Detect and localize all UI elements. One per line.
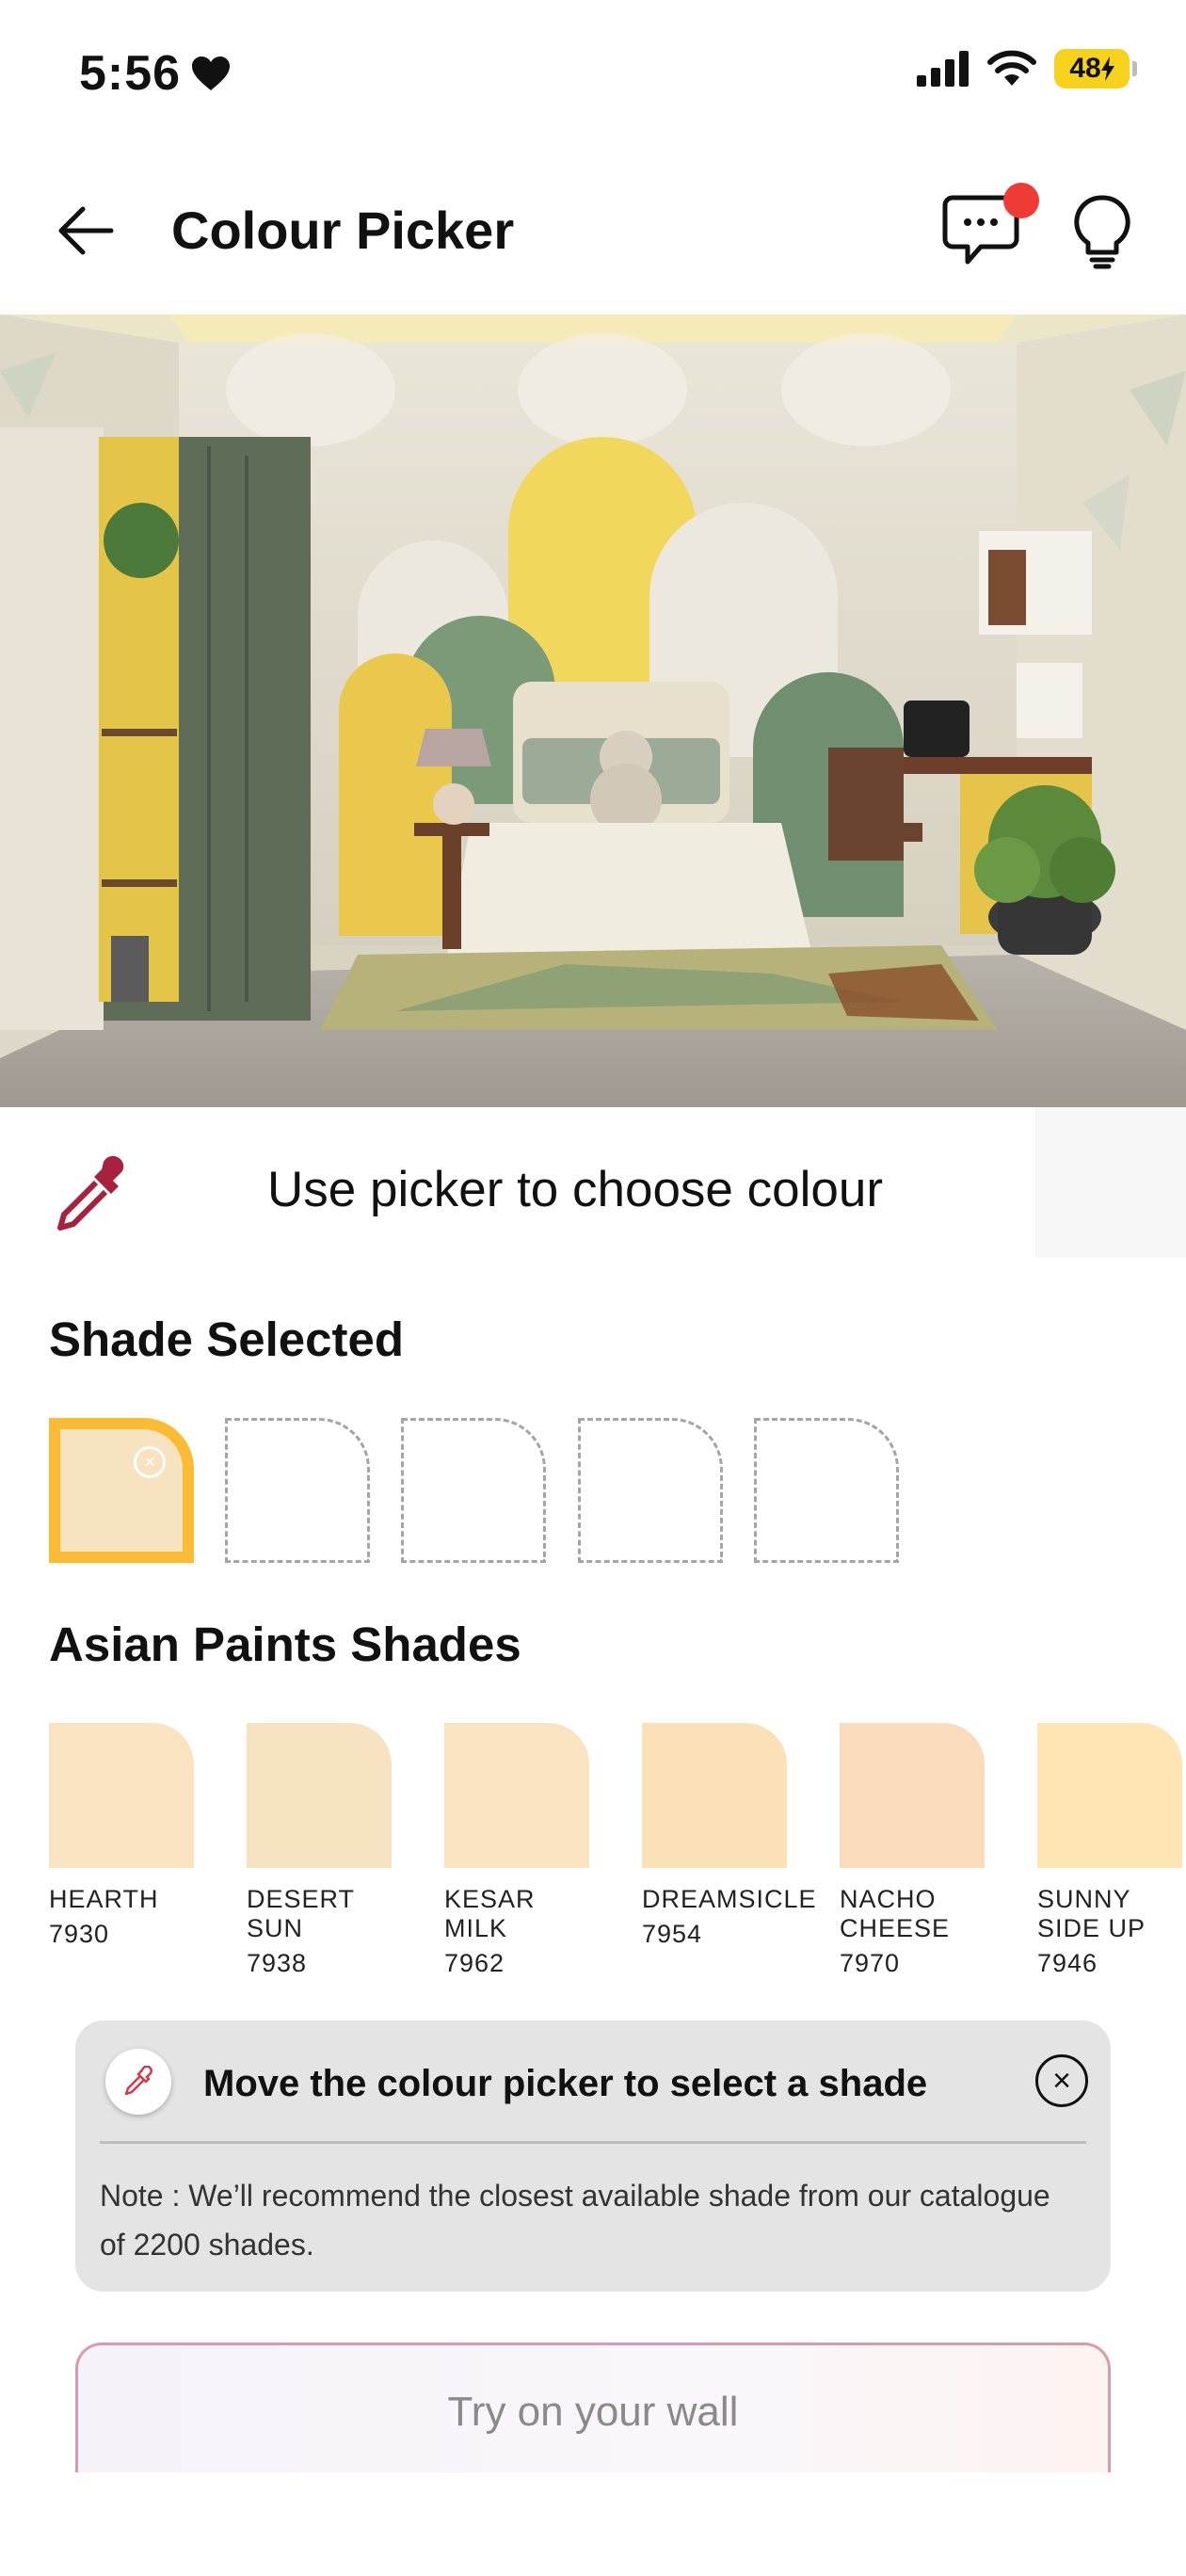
swatch-code: 7970: [840, 1949, 901, 1977]
eyedropper-button[interactable]: [49, 1154, 134, 1239]
swatch-name: DREAMSICLE: [642, 1885, 817, 1913]
picker-instruction-row: Use picker to choose colour: [0, 1107, 1186, 1258]
shade-slot-4[interactable]: [578, 1418, 723, 1563]
shade-slot-3[interactable]: [401, 1418, 546, 1563]
page-title: Colour Picker: [171, 201, 515, 260]
bottom-area: [0, 2472, 1186, 2576]
eyedropper-icon: [124, 2066, 152, 2096]
shade-swatch[interactable]: DREAMSICLE 7954: [642, 1723, 817, 1949]
swatch-chip[interactable]: [247, 1723, 392, 1868]
shade-slot-1[interactable]: ×: [49, 1418, 194, 1563]
back-arrow-icon: [58, 206, 114, 255]
swatch-name: HEARTH: [49, 1885, 159, 1913]
status-bar: 5:56 48: [0, 0, 1186, 151]
swatch-code: 7938: [247, 1949, 308, 1977]
shade-swatch[interactable]: SUNNY SIDE UP 7946: [1037, 1723, 1182, 1978]
notification-dot: [1003, 183, 1039, 218]
swatch-name: DESERT SUN: [247, 1885, 355, 1942]
picker-row-edge: [1035, 1107, 1186, 1258]
heart-icon: [192, 56, 231, 90]
swatch-name: NACHO CHEESE: [840, 1885, 951, 1942]
remove-shade-icon[interactable]: ×: [134, 1446, 166, 1478]
swatch-chip[interactable]: [840, 1723, 985, 1868]
room-illustration: [0, 314, 1186, 1107]
tip-note: Note : We’ll recommend the closest avail…: [100, 2179, 1050, 2262]
asian-paints-title: Asian Paints Shades: [49, 1618, 521, 1671]
tip-divider: [100, 2141, 1086, 2144]
shade-selected-title: Shade Selected: [49, 1312, 404, 1366]
shade-swatch[interactable]: DESERT SUN 7938: [247, 1723, 392, 1978]
battery-indicator: 48: [1054, 49, 1137, 89]
tip-title: Move the colour picker to select a shade: [203, 2063, 928, 2104]
shade-swatch[interactable]: NACHO CHEESE 7970: [840, 1723, 985, 1978]
signal-icon: [917, 51, 969, 87]
swatch-code: 7946: [1037, 1949, 1098, 1977]
swatch-name: KESAR MILK: [444, 1885, 536, 1942]
shade-slot-2[interactable]: [225, 1418, 370, 1563]
picker-tip-card: Move the colour picker to select a shade…: [75, 2021, 1111, 2292]
swatch-chip[interactable]: [444, 1723, 589, 1868]
swatch-code: 7930: [49, 1920, 110, 1948]
shade-swatch[interactable]: HEARTH 7930: [49, 1723, 194, 1949]
swatch-name: SUNNY SIDE UP: [1037, 1885, 1146, 1942]
close-icon[interactable]: ×: [1035, 2054, 1088, 2107]
eyedropper-icon: [57, 1155, 124, 1231]
shade-slot-5[interactable]: [754, 1418, 899, 1563]
back-button[interactable]: [53, 198, 119, 264]
swatch-code: 7954: [642, 1920, 703, 1948]
swatch-code: 7962: [444, 1949, 505, 1977]
swatch-chip[interactable]: [642, 1723, 787, 1868]
wifi-icon: [987, 50, 1036, 86]
shade-swatch[interactable]: KESAR MILK 7962: [444, 1723, 589, 1978]
battery-level: 48: [1069, 53, 1101, 84]
status-time-text: 5:56: [79, 46, 182, 101]
charging-bolt-icon: [1100, 56, 1114, 81]
swatch-chip[interactable]: [49, 1723, 194, 1868]
bulb-icon: [1074, 195, 1130, 269]
status-icons: 48: [917, 49, 1137, 89]
picker-instruction: Use picker to choose colour: [267, 1162, 883, 1217]
tips-button[interactable]: [1071, 194, 1133, 269]
tip-eyedropper-badge: [105, 2049, 171, 2115]
swatch-chip[interactable]: [1037, 1723, 1182, 1868]
room-preview-image[interactable]: [0, 314, 1186, 1107]
app-header: Colour Picker: [0, 169, 1186, 311]
status-time: 5:56: [79, 45, 232, 102]
